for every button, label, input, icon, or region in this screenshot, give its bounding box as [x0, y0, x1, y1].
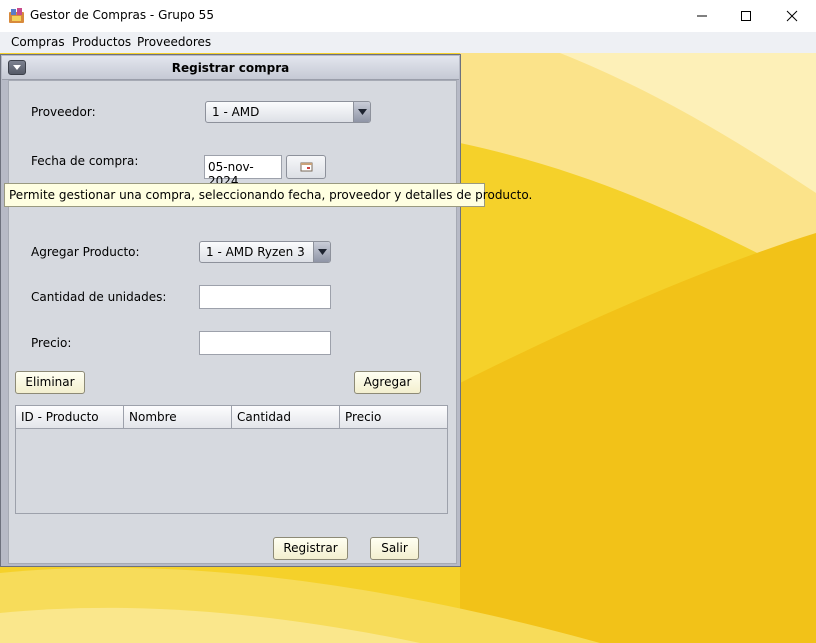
proveedor-selected: 1 - AMD [212, 105, 260, 119]
agregar-producto-label: Agregar Producto: [31, 245, 140, 259]
table-header: ID - Producto Nombre Cantidad Precio [16, 406, 447, 429]
column-id-producto[interactable]: ID - Producto [16, 406, 124, 428]
calendar-button[interactable] [286, 155, 326, 179]
column-cantidad[interactable]: Cantidad [232, 406, 340, 428]
frame-title: Registrar compra [171, 61, 290, 75]
cantidad-label: Cantidad de unidades: [31, 290, 167, 304]
tooltip: Permite gestionar una compra, selecciona… [4, 183, 532, 207]
menu-compras[interactable]: Compras [11, 35, 65, 49]
menu-proveedores[interactable]: Proveedores [137, 35, 211, 49]
proveedor-label: Proveedor: [31, 105, 96, 119]
menu-productos[interactable]: Productos [72, 35, 131, 49]
precio-input[interactable] [199, 331, 331, 355]
maximize-button[interactable] [723, 0, 769, 32]
eliminar-button[interactable]: Eliminar [15, 371, 85, 394]
cantidad-input[interactable] [199, 285, 331, 309]
minimize-icon [697, 15, 707, 17]
fecha-label: Fecha de compra: [31, 154, 139, 168]
maximize-icon [741, 11, 751, 21]
precio-label: Precio: [31, 336, 72, 350]
app-icon [9, 8, 24, 23]
calendar-icon [300, 162, 313, 172]
column-nombre[interactable]: Nombre [124, 406, 232, 428]
registrar-button[interactable]: Registrar [273, 537, 348, 560]
salir-button[interactable]: Salir [370, 537, 419, 560]
window-title: Gestor de Compras - Grupo 55 [30, 8, 214, 22]
close-button[interactable] [769, 0, 815, 32]
proveedor-dropdown-arrow[interactable] [353, 102, 370, 122]
producto-combo[interactable]: 1 - AMD Ryzen 3 [199, 241, 331, 263]
frame-title-bar[interactable]: Registrar compra [2, 56, 459, 80]
column-precio[interactable]: Precio [340, 406, 447, 428]
fecha-input[interactable]: 05-nov-2024 [204, 155, 282, 188]
agregar-button[interactable]: Agregar [354, 371, 421, 394]
chevron-down-icon [357, 109, 367, 115]
minimize-button[interactable] [679, 0, 725, 32]
producto-selected: 1 - AMD Ryzen 3 [206, 245, 305, 259]
chevron-down-icon [317, 249, 327, 255]
menu-bar: Compras Productos Proveedores [0, 32, 816, 53]
window-title-bar[interactable]: Gestor de Compras - Grupo 55 [0, 0, 816, 32]
close-icon [786, 10, 798, 22]
proveedor-combo[interactable]: 1 - AMD [205, 101, 371, 123]
productos-table[interactable]: ID - Producto Nombre Cantidad Precio [15, 405, 448, 514]
producto-dropdown-arrow[interactable] [313, 242, 330, 262]
